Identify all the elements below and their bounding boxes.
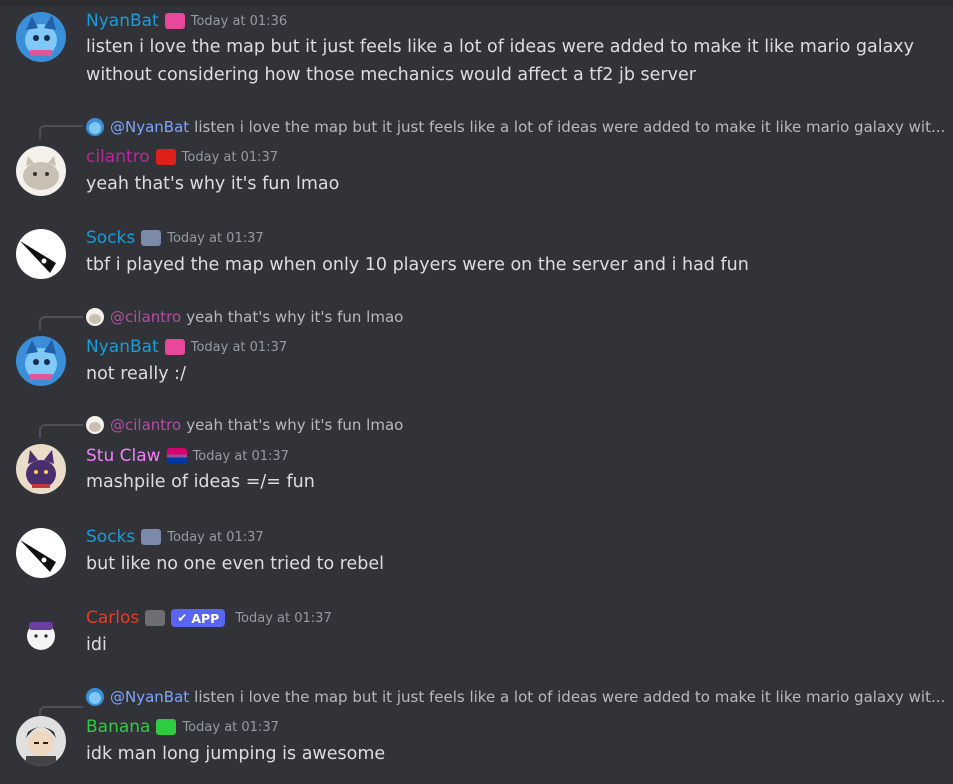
reply-avatar-nyanbat bbox=[86, 118, 104, 136]
avatar-stu-claw[interactable] bbox=[16, 444, 66, 494]
author-name[interactable]: Carlos bbox=[86, 608, 139, 628]
reply-text: yeah that's why it's fun lmao bbox=[186, 308, 404, 326]
reply-spine bbox=[39, 316, 83, 330]
red-tag-icon bbox=[155, 149, 176, 165]
author-name[interactable]: NyanBat bbox=[86, 337, 159, 357]
reply-avatar-cilantro bbox=[86, 416, 104, 434]
reply-avatar-cilantro bbox=[86, 308, 104, 326]
avatar-socks[interactable] bbox=[16, 528, 66, 578]
reply-mention[interactable]: @cilantro bbox=[110, 308, 181, 326]
app-badge: ✔ APP bbox=[171, 609, 226, 627]
timestamp: Today at 01:37 bbox=[181, 149, 279, 165]
avatar-socks[interactable] bbox=[16, 229, 66, 279]
author-name[interactable]: Banana bbox=[86, 717, 150, 737]
timestamp: Today at 01:37 bbox=[192, 448, 289, 464]
message-text: but like no one even tried to rebel bbox=[86, 554, 385, 574]
reply-mention[interactable]: @NyanBat bbox=[110, 688, 189, 706]
avatar-banana[interactable] bbox=[16, 716, 66, 766]
car-tag-icon bbox=[141, 529, 162, 545]
timestamp: Today at 01:36 bbox=[190, 13, 288, 29]
grey-tag-icon bbox=[145, 610, 166, 626]
avatar-cilantro[interactable] bbox=[16, 146, 66, 196]
message-text: yeah that's why it's fun lmao bbox=[86, 174, 340, 194]
pink-tag-icon bbox=[164, 13, 185, 29]
reply-text: listen i love the map but it just feels … bbox=[194, 118, 946, 136]
timestamp: Today at 01:37 bbox=[235, 610, 332, 626]
app-badge-label: APP bbox=[191, 610, 220, 626]
author-name[interactable]: Stu Claw bbox=[86, 446, 161, 466]
message-text: idk man long jumping is awesome bbox=[86, 744, 386, 764]
author-name[interactable]: NyanBat bbox=[86, 11, 159, 31]
check-icon: ✔ bbox=[177, 611, 188, 625]
green-tag-icon bbox=[156, 719, 177, 735]
avatar-nyanbat[interactable] bbox=[16, 336, 66, 386]
reply-spine bbox=[39, 424, 83, 438]
flag-tag-icon bbox=[166, 448, 187, 464]
reply-preview[interactable]: @NyanBat listen i love the map but it ju… bbox=[86, 116, 945, 138]
channel-top-divider bbox=[0, 0, 953, 6]
reply-text: listen i love the map but it just feels … bbox=[194, 688, 946, 706]
message-text: tbf i played the map when only 10 player… bbox=[86, 255, 749, 275]
message-text: listen i love the map but it just feels … bbox=[86, 37, 915, 57]
timestamp: Today at 01:37 bbox=[167, 529, 264, 545]
reply-spine bbox=[39, 125, 83, 139]
author-name[interactable]: cilantro bbox=[86, 147, 150, 167]
car-tag-icon bbox=[141, 230, 162, 246]
timestamp: Today at 01:37 bbox=[167, 230, 264, 246]
avatar-nyanbat[interactable] bbox=[16, 12, 66, 62]
message-text: mashpile of ideas =/= fun bbox=[86, 472, 315, 492]
pink-tag-icon bbox=[164, 339, 185, 355]
reply-preview[interactable]: @NyanBat listen i love the map but it ju… bbox=[86, 686, 945, 708]
author-name[interactable]: Socks bbox=[86, 228, 135, 248]
reply-mention[interactable]: @NyanBat bbox=[110, 118, 189, 136]
reply-avatar-nyanbat bbox=[86, 688, 104, 706]
reply-preview[interactable]: @cilantro yeah that's why it's fun lmao bbox=[86, 306, 403, 328]
message-text-line2: without considering how those mechanics … bbox=[86, 65, 696, 85]
timestamp: Today at 01:37 bbox=[190, 339, 288, 355]
reply-mention[interactable]: @cilantro bbox=[110, 416, 181, 434]
timestamp: Today at 01:37 bbox=[182, 719, 279, 735]
reply-preview[interactable]: @cilantro yeah that's why it's fun lmao bbox=[86, 414, 403, 436]
message-text: idi bbox=[86, 635, 107, 655]
author-name[interactable]: Socks bbox=[86, 527, 135, 547]
avatar-carlos[interactable] bbox=[16, 608, 66, 658]
message-text: not really :/ bbox=[86, 364, 186, 384]
reply-text: yeah that's why it's fun lmao bbox=[186, 416, 404, 434]
